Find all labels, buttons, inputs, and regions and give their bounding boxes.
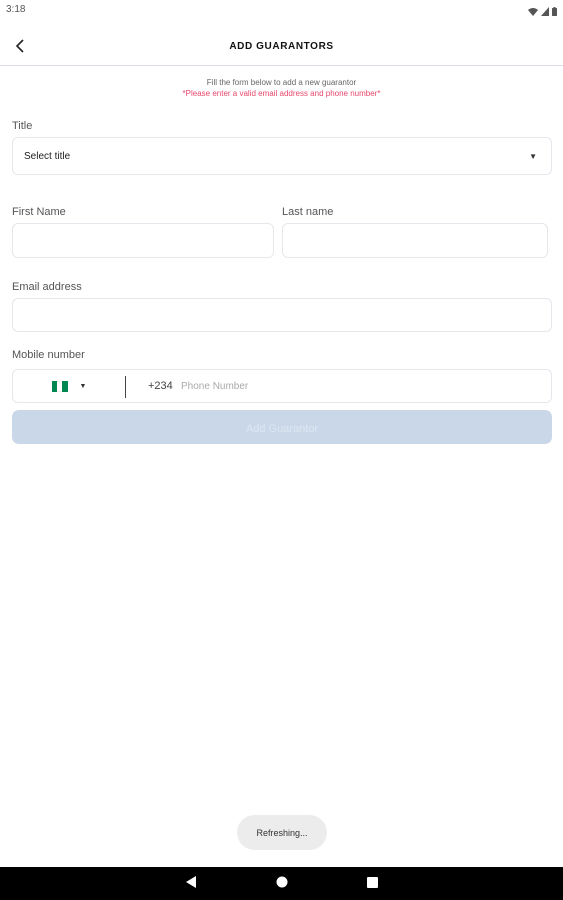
back-triangle-icon: [185, 875, 197, 893]
status-bar: 3:18: [0, 0, 563, 20]
page-title: ADD GUARANTORS: [229, 41, 334, 52]
add-guarantor-button[interactable]: Add Guarantor: [12, 410, 552, 444]
form-instruction: Fill the form below to add a new guarant…: [206, 78, 357, 87]
wifi-icon: [528, 3, 538, 21]
last-name-field[interactable]: [282, 223, 548, 258]
mobile-field: ▼ +234: [12, 369, 552, 403]
recents-square-icon: [366, 875, 378, 893]
email-input[interactable]: [13, 299, 551, 331]
nav-back-button[interactable]: [171, 867, 211, 900]
caret-down-icon: ▼: [79, 382, 87, 390]
system-nav-bar: [0, 867, 563, 900]
email-label: Email address: [12, 281, 82, 293]
last-name-input[interactable]: [283, 224, 547, 257]
form-warning: *Please enter a valid email address and …: [182, 89, 381, 98]
dial-code: +234: [148, 380, 173, 392]
caret-down-icon: ▼: [529, 152, 537, 161]
nav-recents-button[interactable]: [352, 867, 392, 900]
home-circle-icon: [276, 875, 288, 893]
title-label: Title: [12, 120, 33, 132]
add-guarantor-button-label: Add Guarantor: [245, 422, 319, 435]
status-icons: [528, 3, 557, 21]
last-name-label: Last name: [282, 206, 334, 218]
divider: [125, 376, 126, 398]
nigeria-flag-icon: [51, 380, 68, 392]
title-select[interactable]: Select title ▼: [12, 137, 552, 175]
signal-icon: [541, 3, 549, 21]
phone-input[interactable]: [179, 370, 547, 402]
phone-input-wrapper: [179, 370, 547, 402]
app-bar: ADD GUARANTORS: [0, 30, 563, 66]
first-name-label: First Name: [12, 206, 66, 218]
status-time: 3:18: [6, 4, 26, 15]
battery-icon: [552, 3, 557, 21]
country-picker[interactable]: ▼: [13, 370, 125, 402]
email-field[interactable]: [12, 298, 552, 332]
first-name-field[interactable]: [12, 223, 274, 258]
mobile-label: Mobile number: [12, 349, 85, 361]
refreshing-toast: Refreshing...: [237, 815, 327, 850]
nav-home-button[interactable]: [262, 867, 302, 900]
title-select-value: Select title: [24, 151, 71, 162]
first-name-input[interactable]: [13, 224, 273, 257]
